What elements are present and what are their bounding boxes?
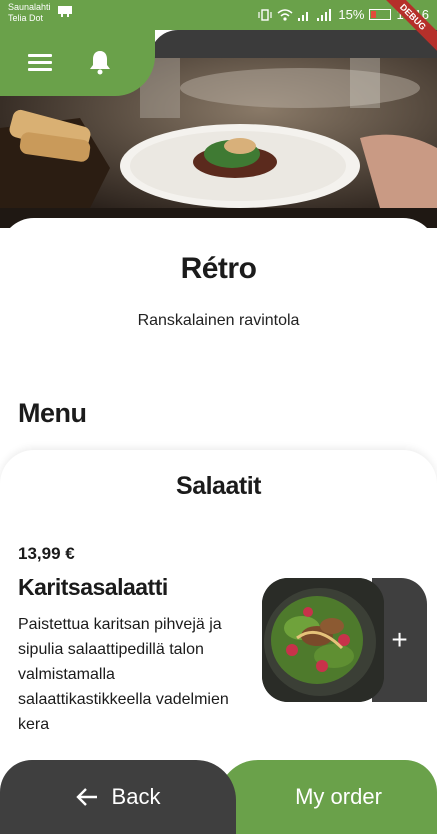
restaurant-description: Ranskalainen ravintola (137, 312, 300, 329)
menu-heading: Menu (18, 398, 87, 428)
carrier-line2: Telia Dot (8, 13, 44, 23)
hamburger-icon[interactable] (28, 54, 52, 72)
signal-icon (298, 11, 309, 21)
back-button[interactable]: Back (0, 760, 236, 834)
back-label: Back (111, 784, 161, 809)
category-title: Salaatit (176, 472, 261, 500)
my-order-button[interactable]: My order (218, 760, 437, 834)
item-price: 13,99 € (18, 544, 75, 563)
restaurant-name: Rétro (180, 252, 257, 285)
bell-icon[interactable] (88, 49, 112, 75)
arrow-left-icon (75, 788, 97, 806)
top-bar-background (150, 30, 437, 58)
restaurant-panel: Rétro Ranskalainen ravintola Menu Salaat… (0, 218, 437, 780)
bottom-navigation: My order Back (0, 760, 437, 834)
battery-percent: 15% (338, 7, 365, 22)
app-bar-actions (0, 30, 155, 96)
signal-icon-2 (317, 8, 332, 21)
salad-photo (262, 578, 384, 702)
item-image (262, 578, 384, 702)
menu-category-card: Salaatit 13,99 € Karitsasalaatti Paistet… (0, 450, 437, 780)
item-description: Paistettua karitsan pihvejä ja sipulia s… (18, 616, 229, 733)
battery-icon (369, 9, 392, 20)
carrier: Saunalahti Telia Dot (8, 2, 51, 24)
my-order-label: My order (295, 784, 382, 809)
sim-icon (58, 6, 72, 17)
plus-icon: + (391, 624, 408, 655)
wifi-icon (277, 8, 293, 21)
carrier-line1: Saunalahti (8, 2, 51, 12)
item-name: Karitsasalaatti (18, 574, 168, 600)
vibrate-icon (258, 8, 273, 21)
status-bar: Saunalahti Telia Dot 15% (0, 0, 437, 30)
